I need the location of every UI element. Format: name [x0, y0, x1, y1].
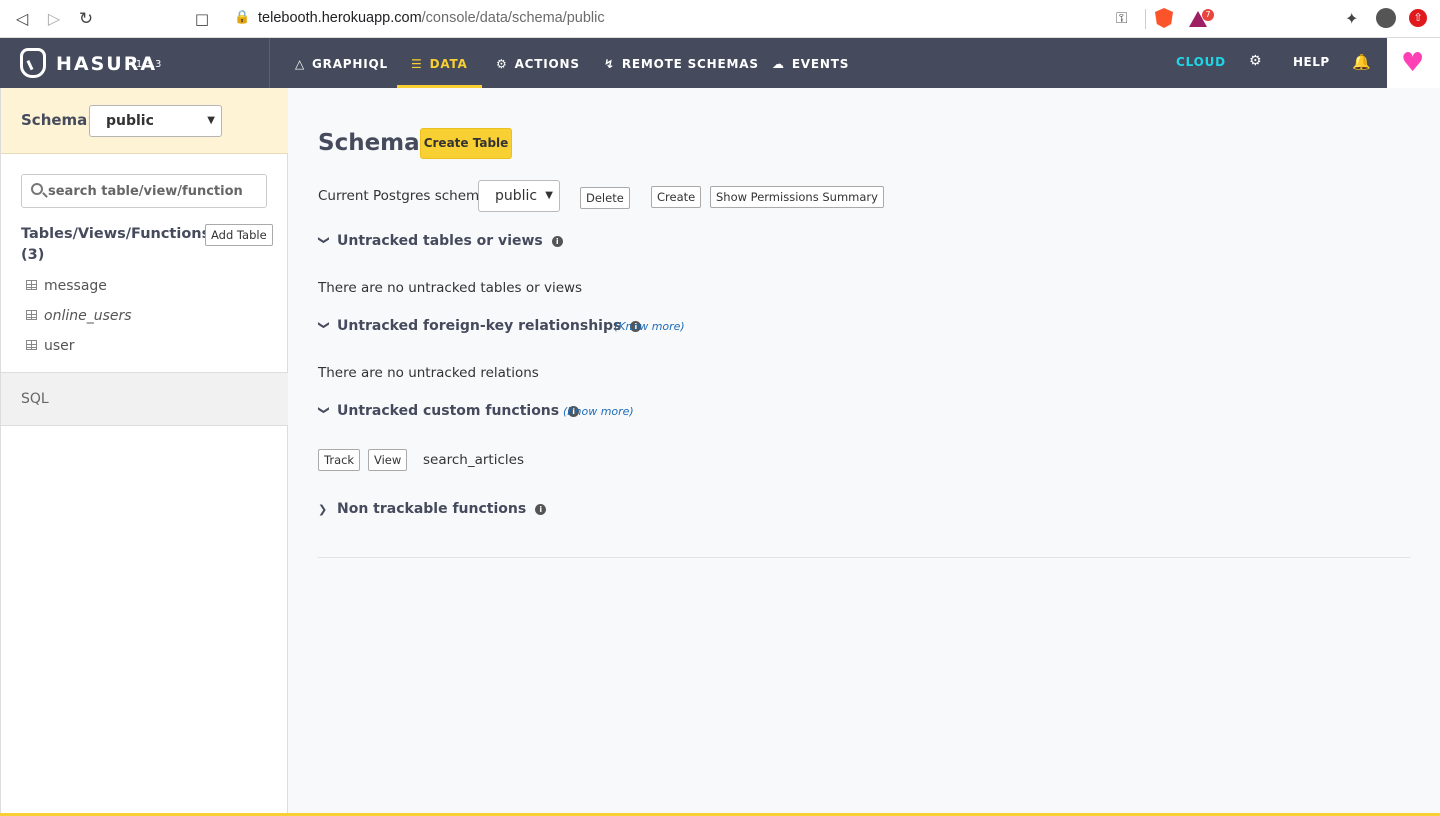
- untracked-fk-empty: There are no untracked relations: [318, 365, 539, 381]
- nav-data[interactable]: ☰ DATA: [397, 38, 482, 88]
- chevron-right-icon: ❯: [318, 503, 328, 516]
- track-function-button[interactable]: Track: [318, 449, 361, 471]
- cogs-icon: ⚙: [496, 57, 508, 71]
- search-icon: [31, 183, 43, 195]
- know-more-link[interactable]: (Know more): [563, 405, 634, 418]
- sidebar-table-message[interactable]: message: [26, 278, 107, 294]
- know-more-link[interactable]: (Know more): [614, 320, 685, 333]
- tables-views-functions-heading: Tables/Views/Functions (3): [21, 226, 211, 263]
- section-title: Untracked foreign-key relationships: [337, 318, 622, 334]
- address-bar[interactable]: telebooth.herokuapp.com/console/data/sch…: [258, 10, 605, 26]
- chevron-down-icon: ❯: [317, 405, 331, 415]
- untracked-tables-empty: There are no untracked tables or views: [318, 280, 583, 296]
- section-title: Untracked tables or views: [337, 233, 543, 249]
- search-input[interactable]: [48, 175, 264, 207]
- sidebar-view-online-users[interactable]: online_users: [26, 308, 132, 324]
- sidebar-table-user[interactable]: user: [26, 338, 75, 354]
- toolbar-divider: [1145, 9, 1146, 29]
- info-icon[interactable]: i: [551, 236, 563, 247]
- nav-label: GRAPHIQL: [312, 57, 388, 71]
- extensions-icon[interactable]: ✦: [1345, 9, 1358, 28]
- schema-select[interactable]: public ▼: [89, 105, 222, 137]
- view-function-button[interactable]: View: [368, 449, 408, 471]
- heart-button[interactable]: ♥: [1387, 38, 1440, 88]
- settings-gear-icon[interactable]: ⚙: [1249, 53, 1262, 69]
- untracked-tables-toggle[interactable]: ❯ Untracked tables or views i: [318, 233, 563, 249]
- schema-label: Schema:: [21, 111, 94, 129]
- table-icon: [26, 310, 37, 320]
- postgres-schema-label: Current Postgres schema: [318, 188, 488, 204]
- cloud-icon: ☁: [772, 57, 785, 71]
- sql-link[interactable]: SQL: [1, 372, 288, 426]
- lock-icon: 🔒: [234, 10, 251, 25]
- nav-label: ACTIONS: [514, 57, 580, 71]
- create-schema-button[interactable]: Create: [651, 186, 702, 208]
- main-content: Schema Create Table Current Postgres sch…: [288, 88, 1440, 816]
- non-trackable-functions-toggle[interactable]: ❯ Non trackable functions i: [318, 501, 547, 517]
- cloud-link[interactable]: CLOUD: [1176, 55, 1226, 69]
- divider: [318, 557, 1410, 558]
- create-table-button[interactable]: Create Table: [420, 128, 512, 159]
- nav-actions[interactable]: ⚙ ACTIONS: [496, 38, 580, 88]
- table-name: message: [44, 278, 107, 294]
- chevron-down-icon: ❯: [317, 235, 331, 245]
- brand[interactable]: HASURA v1.3.3: [0, 38, 270, 88]
- table-name: user: [44, 338, 75, 354]
- forward-icon[interactable]: ▷: [44, 9, 64, 29]
- chevron-down-icon: ❯: [317, 320, 331, 330]
- info-icon[interactable]: i: [535, 504, 547, 515]
- page-title: Schema: [318, 130, 420, 156]
- bookmark-icon[interactable]: □: [192, 9, 212, 29]
- browser-toolbar: ◁ ▷ ↻ □ 🔒 telebooth.herokuapp.com/consol…: [0, 0, 1440, 38]
- search-box[interactable]: [21, 174, 267, 208]
- table-name: online_users: [44, 308, 132, 324]
- schema-select-value: public: [106, 113, 154, 129]
- heart-icon: ♥: [1401, 48, 1425, 78]
- nav-events[interactable]: ☁ EVENTS: [772, 38, 849, 88]
- help-link[interactable]: HELP: [1293, 55, 1330, 69]
- hasura-logo-icon: [20, 48, 46, 78]
- chevron-down-icon: ▼: [207, 115, 215, 126]
- version-label: v1.3.3: [130, 59, 162, 70]
- url-path: /console/data/schema/public: [421, 10, 605, 26]
- untracked-functions-toggle[interactable]: ❯ Untracked custom functions i: [317, 403, 580, 419]
- section-title: Non trackable functions: [337, 501, 527, 517]
- rewards-badge: 7: [1202, 9, 1214, 21]
- delete-schema-button[interactable]: Delete: [580, 187, 630, 209]
- chevron-down-icon: ▼: [545, 190, 553, 201]
- show-permissions-summary-button[interactable]: Show Permissions Summary: [710, 186, 884, 208]
- url-host: telebooth.herokuapp.com: [258, 10, 422, 26]
- postgres-schema-select[interactable]: public ▼: [478, 180, 560, 212]
- section-title: Untracked custom functions: [337, 403, 560, 419]
- table-icon: [26, 340, 37, 350]
- postgres-schema-value: public: [495, 188, 538, 204]
- back-icon[interactable]: ◁: [12, 9, 32, 29]
- flask-icon: △: [295, 57, 306, 71]
- plug-icon: ↯: [604, 57, 615, 71]
- reload-icon[interactable]: ↻: [76, 9, 96, 29]
- bell-icon[interactable]: 🔔: [1352, 53, 1371, 71]
- nav-label: DATA: [429, 57, 468, 71]
- brave-shield-icon[interactable]: [1155, 8, 1173, 28]
- nav-graphiql[interactable]: △ GRAPHIQL: [295, 38, 388, 88]
- untracked-fk-toggle[interactable]: ❯ Untracked foreign-key relationships i: [317, 318, 642, 334]
- add-table-button[interactable]: Add Table: [205, 224, 273, 246]
- nav-remote-schemas[interactable]: ↯ REMOTE SCHEMAS: [604, 38, 759, 88]
- database-icon: ☰: [411, 57, 423, 71]
- update-icon[interactable]: ⇧: [1409, 9, 1427, 27]
- nav-label: EVENTS: [791, 57, 850, 71]
- profile-avatar[interactable]: [1376, 8, 1396, 28]
- sidebar: Schema: public ▼ Tables/Views/Functions …: [0, 88, 288, 816]
- table-icon: [26, 280, 37, 290]
- function-name: search_articles: [423, 452, 524, 468]
- schema-selector-bar: Schema: public ▼: [1, 88, 288, 154]
- key-icon[interactable]: ⚿: [1116, 9, 1127, 27]
- nav-label: REMOTE SCHEMAS: [621, 57, 759, 71]
- top-navbar: HASURA v1.3.3 △ GRAPHIQL ☰ DATA ⚙ ACTIONS ↯…: [0, 38, 1440, 88]
